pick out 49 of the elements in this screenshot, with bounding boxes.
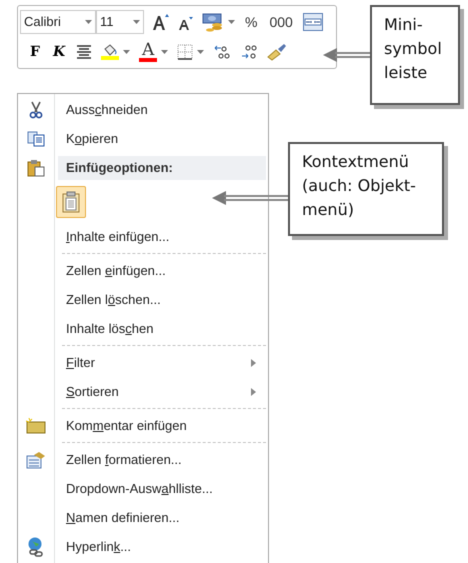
caret-icon[interactable] [85,20,92,24]
menu-item[interactable]: Sortieren [58,380,266,404]
toolbar-label[interactable]: % [243,12,260,32]
menu-item[interactable]: Kopieren [58,126,266,150]
menu-item[interactable]: Dropdown-Auswahlliste... [58,476,266,500]
menu-item[interactable]: Ausschneiden [58,98,266,122]
grow-font-icon[interactable] [152,13,170,31]
menu-item[interactable]: Zellen löschen... [58,288,266,312]
menu-item[interactable]: Filter [58,350,266,374]
globe-link-icon [27,536,45,556]
merge-cells-icon[interactable] [302,13,323,31]
clipboard-icon [27,158,45,176]
menu-item[interactable]: Zellen einfügen... [58,258,266,282]
caret-icon[interactable] [197,50,204,54]
menu-item[interactable]: Hyperlink... [58,534,266,558]
borders-icon[interactable] [177,44,194,60]
menu-item[interactable]: Inhalte löschen [58,316,266,340]
align-center-icon[interactable] [76,45,92,59]
callout-arrow [323,47,371,63]
increase-decimal-icon[interactable] [213,44,232,60]
decrease-decimal-icon[interactable] [240,44,258,60]
menu-item[interactable]: Namen definieren... [58,506,266,530]
toolbar-label[interactable]: K [50,42,68,62]
toolbar-label[interactable]: F [28,42,42,62]
font-size-field[interactable]: 11 [96,10,144,34]
shrink-font-icon[interactable] [178,14,194,30]
scissors-icon [29,100,43,118]
callout-text: Kontextmenü (auch: Objekt-menü) [302,152,416,219]
caret-icon[interactable] [228,20,235,24]
toolbar-label[interactable]: 000 [267,12,295,32]
fill-color-button[interactable] [101,44,120,60]
format-cells-icon [26,450,46,468]
menu-item[interactable]: Kommentar einfügen [58,414,266,438]
font-color-button[interactable]: A [139,42,158,62]
paste-option-button[interactable] [56,186,86,218]
menu-item[interactable]: Inhalte einfügen... [58,224,266,248]
caret-icon[interactable] [161,50,168,54]
caret-icon[interactable] [123,50,130,54]
copy-icon [27,130,45,146]
paintbrush-icon[interactable] [267,43,288,61]
callout-text: Mini-symbol leiste [384,15,442,82]
section-header: Einfügeoptionen: [58,156,266,180]
menu-item[interactable]: Zellen formatieren... [58,448,266,472]
caret-icon[interactable] [133,20,140,24]
paint-bucket-icon [102,44,118,56]
font-field[interactable]: Calibri [20,10,96,34]
money-icon[interactable] [202,12,224,32]
note-icon [26,418,46,434]
clipboard-icon [62,191,80,213]
